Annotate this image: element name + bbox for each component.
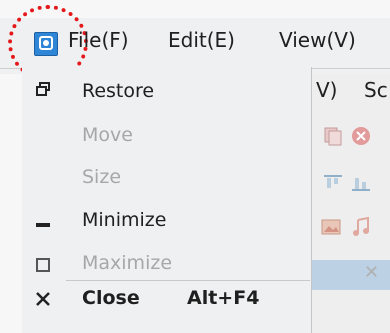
menu-item-size[interactable]: Size xyxy=(82,166,121,188)
menu-item-close[interactable]: Close xyxy=(82,287,140,309)
menu-item-move[interactable]: Move xyxy=(82,124,133,146)
minimize-icon xyxy=(36,223,50,227)
menu-file[interactable]: File(F) xyxy=(68,28,129,52)
delete-icon xyxy=(352,127,370,145)
background-toolbar xyxy=(310,74,390,333)
menu-item-restore[interactable]: Restore xyxy=(82,80,154,102)
close-icon xyxy=(36,292,50,306)
align-bottom-icon xyxy=(352,178,370,191)
background-menu-view-fragment: V) xyxy=(316,78,338,102)
tab-close-icon: ✕ xyxy=(364,262,380,283)
menu-item-minimize[interactable]: Minimize xyxy=(82,209,166,231)
close-shortcut: Alt+F4 xyxy=(187,287,260,309)
background-menu-sc-fragment: Sc xyxy=(364,78,388,102)
menu-edit[interactable]: Edit(E) xyxy=(168,28,235,52)
restore-window-icon xyxy=(36,82,50,96)
menu-view[interactable]: View(V) xyxy=(279,28,356,52)
music-icon xyxy=(353,216,369,236)
copy-icon xyxy=(324,127,342,146)
menu-separator xyxy=(66,280,310,281)
align-top-icon xyxy=(324,175,342,188)
image-icon xyxy=(321,219,341,235)
menu-item-maximize[interactable]: Maximize xyxy=(82,252,172,274)
maximize-icon xyxy=(36,258,50,272)
